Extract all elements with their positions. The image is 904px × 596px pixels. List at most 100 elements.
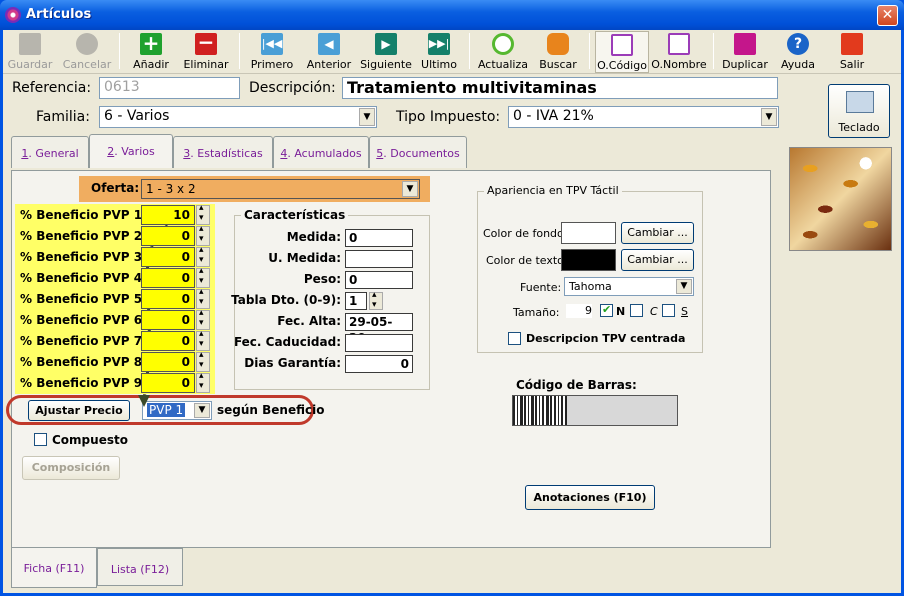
beneficio-pvp-spinner[interactable] [196, 287, 210, 309]
beneficio-pvp-spinner[interactable] [196, 266, 210, 288]
beneficio-pvp-label: % Beneficio PVP 3: [20, 250, 145, 264]
medida-field[interactable]: 0 [345, 229, 413, 247]
dias-garantia-field[interactable]: 0 [345, 355, 413, 373]
anotaciones-button[interactable]: Anotaciones (F10) [525, 485, 655, 510]
bold-checkbox[interactable] [600, 303, 613, 317]
tamano-field[interactable]: 9 [566, 304, 592, 318]
siguiente-button[interactable]: ▶ Siguiente [357, 31, 415, 73]
ocodigo-button[interactable]: O.Código [595, 31, 649, 73]
salir-button[interactable]: Salir [829, 31, 875, 73]
ayuda-button[interactable]: ? Ayuda [775, 31, 821, 73]
tabla-dto-field[interactable]: 1 [345, 292, 367, 310]
close-button[interactable]: ✕ [877, 5, 898, 26]
tabla-dto-spinner[interactable] [369, 290, 383, 310]
oferta-row: Oferta: 1 - 3 x 2 ▼ [79, 176, 430, 202]
duplicar-button[interactable]: Duplicar [719, 31, 771, 73]
beneficio-pvp-field[interactable]: 0 [141, 352, 195, 372]
codigo-barras-field[interactable] [512, 395, 678, 426]
underline-checkbox[interactable] [662, 304, 675, 317]
codigo-barras-label: Código de Barras: [516, 378, 637, 392]
beneficio-pvp-label: % Beneficio PVP 2: [20, 229, 145, 243]
oferta-select[interactable]: 1 - 3 x 2 ▼ [141, 179, 420, 199]
beneficio-pvp-field[interactable]: 0 [141, 373, 195, 393]
anadir-button[interactable]: + Añadir [127, 31, 175, 73]
italic-checkbox[interactable] [630, 304, 643, 317]
guardar-button[interactable]: Guardar [7, 31, 53, 73]
tab-lista[interactable]: Lista (F12) [97, 548, 183, 586]
cambiar-texto-button[interactable]: Cambiar ... [621, 249, 694, 271]
ultimo-button[interactable]: ▶▶| Ultimo [417, 31, 461, 73]
beneficio-pvp-spinner[interactable] [196, 371, 210, 393]
descripcion-label: Descripción: [249, 80, 336, 96]
beneficio-pvp-spinner[interactable] [196, 329, 210, 351]
cancel-icon [76, 33, 98, 55]
segun-beneficio-label: según Beneficio [217, 403, 325, 417]
buscar-button[interactable]: Buscar [533, 31, 583, 73]
last-record-icon: ▶▶| [428, 33, 450, 55]
beneficio-pvp-spinner[interactable] [196, 308, 210, 330]
dias-garantia-label: Dias Garantía: [244, 356, 341, 370]
tamano-label: Tamaño: [513, 306, 560, 319]
teclado-button[interactable]: Teclado [828, 84, 890, 138]
compuesto-checkbox[interactable] [34, 433, 47, 446]
fec-alta-field[interactable]: 29-05-20 [345, 313, 413, 345]
tab-ficha[interactable]: Ficha (F11) [11, 548, 97, 588]
beneficio-pvp-label: % Beneficio PVP 5: [20, 292, 145, 306]
tab-documentos[interactable]: 5. Documentos [369, 136, 467, 168]
beneficio-pvp-field[interactable]: 0 [141, 226, 195, 246]
familia-select[interactable]: 6 - Varios ▼ [99, 106, 377, 128]
beneficio-pvp-field[interactable]: 0 [141, 331, 195, 351]
medida-label: Medida: [286, 230, 341, 244]
chevron-down-icon: ▼ [761, 108, 777, 126]
anterior-button[interactable]: ◀ Anterior [303, 31, 355, 73]
color-texto-swatch[interactable] [561, 249, 616, 271]
beneficio-pvp-field[interactable]: 10 [141, 205, 195, 225]
referencia-field[interactable]: 0613 [99, 77, 240, 99]
beneficio-pvp-label: % Beneficio PVP 1: [20, 208, 145, 222]
cancelar-button[interactable]: Cancelar [61, 31, 113, 73]
beneficio-pvp-field[interactable]: 0 [141, 247, 195, 267]
tab-estadisticas[interactable]: 3. Estadísticas [173, 136, 273, 168]
beneficio-pvp-spinner[interactable] [196, 224, 210, 246]
exit-icon [841, 33, 863, 55]
binoculars-icon [547, 33, 569, 55]
apariencia-title: Apariencia en TPV Táctil [484, 184, 622, 197]
fec-caducidad-label: Fec. Caducidad: [233, 335, 341, 349]
tab-varios[interactable]: 2. Varios [89, 134, 173, 168]
eliminar-button[interactable]: − Eliminar [181, 31, 231, 73]
previous-record-icon: ◀ [318, 33, 340, 55]
tab-general[interactable]: 1. General [11, 136, 89, 168]
beneficio-pvp-spinner[interactable] [196, 350, 210, 372]
fuente-select[interactable]: Tahoma ▼ [564, 277, 694, 296]
bold-label: N [616, 305, 626, 318]
oferta-label: Oferta: [91, 181, 140, 195]
title-bar: Artículos ✕ [0, 0, 904, 30]
familia-label: Familia: [36, 109, 90, 125]
peso-field[interactable]: 0 [345, 271, 413, 289]
tabla-dto-label: Tabla Dto. (0-9): [231, 293, 341, 307]
primero-button[interactable]: |◀◀ Primero [247, 31, 297, 73]
cambiar-fondo-button[interactable]: Cambiar ... [621, 222, 694, 244]
window-title: Artículos [26, 7, 92, 22]
descripcion-field[interactable]: Tratamiento multivitaminas [342, 77, 778, 99]
beneficio-pvp-field[interactable]: 0 [141, 268, 195, 288]
beneficio-pvp-spinner[interactable] [196, 245, 210, 267]
ajustar-precio-button[interactable]: Ajustar Precio [28, 400, 130, 421]
actualiza-button[interactable]: Actualiza [477, 31, 529, 73]
beneficio-pvp-field[interactable]: 0 [141, 310, 195, 330]
beneficio-pvp-spinner[interactable] [196, 203, 210, 225]
composicion-button[interactable]: Composición [22, 456, 120, 480]
tab-acumulados[interactable]: 4. Acumulados [273, 136, 369, 168]
color-fondo-swatch[interactable] [561, 222, 616, 244]
umedida-label: U. Medida: [268, 251, 341, 265]
descripcion-centrada-checkbox[interactable] [508, 332, 521, 345]
tipo-impuesto-label: Tipo Impuesto: [396, 109, 501, 125]
tipo-impuesto-select[interactable]: 0 - IVA 21% ▼ [508, 106, 779, 128]
fec-caducidad-field[interactable] [345, 334, 413, 352]
beneficio-pvp-field[interactable]: 0 [141, 289, 195, 309]
fuente-label: Fuente: [520, 281, 562, 294]
umedida-field[interactable] [345, 250, 413, 268]
onombre-button[interactable]: O.Nombre [651, 31, 707, 73]
chevron-down-icon: ▼ [194, 403, 210, 418]
toolbar-separator [119, 33, 120, 69]
